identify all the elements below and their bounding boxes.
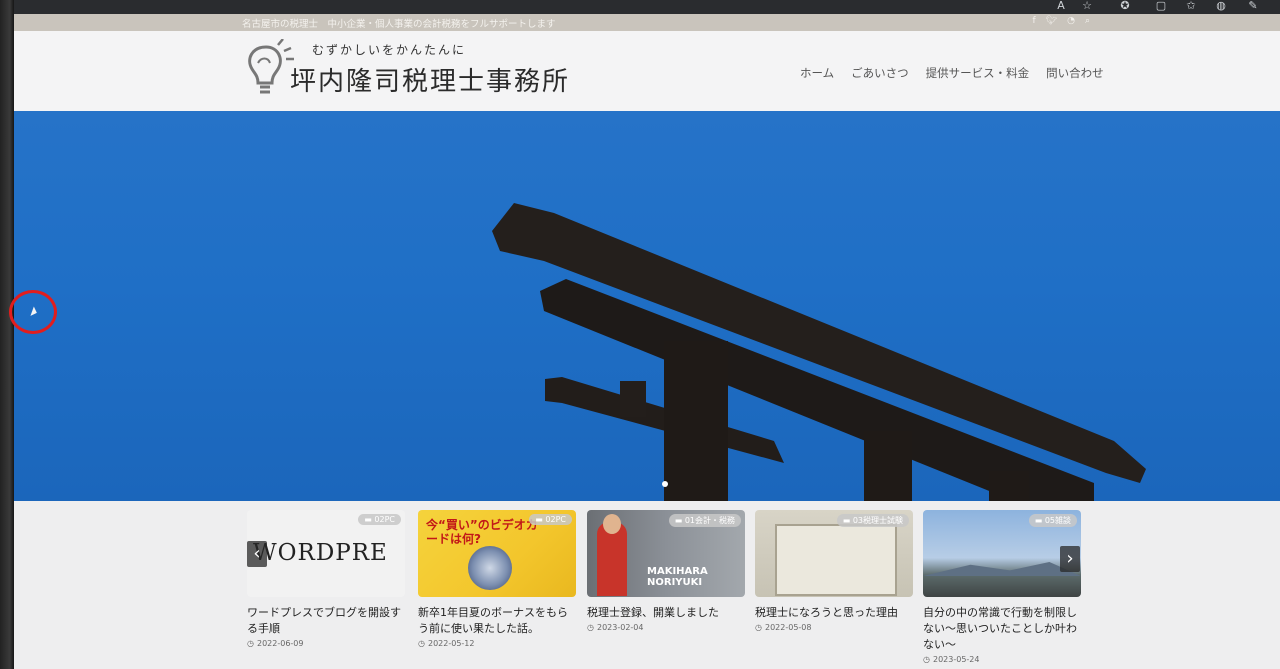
nav-home[interactable]: ホーム bbox=[800, 65, 834, 81]
post-date: ◷ 2023-02-04 bbox=[587, 623, 644, 632]
folder-icon: ▬ bbox=[535, 515, 546, 524]
post-card[interactable]: 今“買い”のビデオカードは何? ▬ 02PC 新卒1年目夏のボーナスをもらう前に… bbox=[418, 510, 576, 648]
post-thumbnail[interactable]: ▬ 03税理士試験 bbox=[755, 510, 913, 597]
post-date: ◷ 2022-06-09 bbox=[247, 639, 304, 648]
category-badge: ▬ 02PC bbox=[358, 514, 401, 525]
category-badge: ▬ 05雑談 bbox=[1028, 514, 1077, 527]
favorites-bar-icon[interactable]: ✩ bbox=[1184, 0, 1198, 12]
browser-essentials-icon[interactable]: ◍ bbox=[1214, 0, 1228, 12]
nav-contact[interactable]: 問い合わせ bbox=[1046, 65, 1104, 81]
top-info-bar: 名古屋市の税理士 中小企業・個人事業の会計税務をフルサポートします f 🐦︎ ◔… bbox=[14, 14, 1280, 31]
clock-icon: ◷ bbox=[247, 639, 254, 648]
post-title[interactable]: 税理士登録、開業しました bbox=[587, 605, 747, 621]
post-title[interactable]: 新卒1年目夏のボーナスをもらう前に使い果たした話。 bbox=[418, 605, 578, 637]
post-card[interactable]: WORDPRE ▬ 02PC ワードプレスでブログを開設する手順 ◷ 2022-0… bbox=[247, 510, 405, 648]
post-title[interactable]: 税理士になろうと思った理由 bbox=[755, 605, 915, 621]
search-icon[interactable]: ⌕ bbox=[1085, 16, 1090, 26]
folder-icon: ▬ bbox=[842, 516, 853, 525]
monitor-bezel-left bbox=[0, 0, 14, 669]
split-screen-icon[interactable]: ▢ bbox=[1154, 0, 1168, 12]
hero-slider[interactable] bbox=[14, 111, 1280, 501]
twitter-icon[interactable]: 🐦︎ bbox=[1046, 16, 1057, 26]
post-thumbnail[interactable]: 今“買い”のビデオカードは何? ▬ 02PC bbox=[418, 510, 576, 597]
read-aloud-icon[interactable]: A bbox=[1054, 0, 1068, 12]
folder-icon: ▬ bbox=[674, 516, 685, 525]
carousel-prev-button[interactable]: ‹ bbox=[247, 541, 267, 567]
favorite-star-icon[interactable]: ☆ bbox=[1080, 0, 1094, 12]
post-date: ◷ 2023-05-24 bbox=[923, 655, 980, 664]
thumbnail-text: 今“買い”のビデオカードは何? bbox=[426, 518, 538, 546]
browser-toolbar: A ☆ ✪ ▢ ✩ ◍ ✎ bbox=[14, 0, 1280, 14]
recent-posts-carousel: WORDPRE ▬ 02PC ワードプレスでブログを開設する手順 ◷ 2022-0… bbox=[14, 501, 1280, 669]
torii-gate-image bbox=[492, 203, 1146, 501]
post-card[interactable]: ▬ 03税理士試験 税理士になろうと思った理由 ◷ 2022-05-08 bbox=[755, 510, 913, 632]
site-header: むずかしいをかんたんに 坪内隆司税理士事務所 ホーム ごあいさつ 提供サービス・… bbox=[14, 31, 1280, 111]
browser-viewport: 名古屋市の税理士 中小企業・個人事業の会計税務をフルサポートします f 🐦︎ ◔… bbox=[14, 14, 1280, 669]
post-title[interactable]: ワードプレスでブログを開設する手順 bbox=[247, 605, 407, 637]
extensions-icon[interactable]: ✪ bbox=[1118, 0, 1132, 12]
graphics-card-fan-icon bbox=[468, 546, 512, 590]
site-title[interactable]: 坪内隆司税理士事務所 bbox=[290, 61, 570, 98]
feedback-icon[interactable]: ✎ bbox=[1246, 0, 1260, 12]
clock-icon: ◷ bbox=[587, 623, 594, 632]
post-date: ◷ 2022-05-08 bbox=[755, 623, 812, 632]
category-badge: ▬ 02PC bbox=[529, 514, 572, 525]
post-thumbnail[interactable]: MAKIHARA NORIYUKI ▬ 01会計・税務 bbox=[587, 510, 745, 597]
post-title[interactable]: 自分の中の常識で行動を制限しない〜思いついたことしか叶わない〜 bbox=[923, 605, 1083, 653]
post-thumbnail[interactable]: ▬ 05雑談 bbox=[923, 510, 1081, 597]
mountain-landscape bbox=[923, 562, 1081, 576]
social-links: f 🐦︎ ◔ ⌕ bbox=[1032, 16, 1090, 26]
post-thumbnail[interactable]: WORDPRE ▬ 02PC bbox=[247, 510, 405, 597]
clock-icon: ◷ bbox=[418, 639, 425, 648]
category-badge: ▬ 03税理士試験 bbox=[836, 514, 909, 527]
clock-icon: ◷ bbox=[923, 655, 930, 664]
clock-icon: ◷ bbox=[755, 623, 762, 632]
post-card[interactable]: ▬ 05雑談 自分の中の常識で行動を制限しない〜思いついたことしか叶わない〜 ◷… bbox=[923, 510, 1081, 664]
folder-icon: ▬ bbox=[364, 515, 375, 524]
site-tagline: 名古屋市の税理士 中小企業・個人事業の会計税務をフルサポートします bbox=[242, 19, 556, 30]
thumbnail-text: MAKIHARA NORIYUKI bbox=[647, 566, 708, 588]
facebook-icon[interactable]: f bbox=[1032, 16, 1035, 26]
certificate-image bbox=[775, 524, 897, 596]
rss-icon[interactable]: ◔ bbox=[1067, 16, 1075, 26]
main-nav: ホーム ごあいさつ 提供サービス・料金 問い合わせ bbox=[800, 65, 1104, 81]
nav-services[interactable]: 提供サービス・料金 bbox=[926, 65, 1030, 81]
folder-icon: ▬ bbox=[1034, 516, 1045, 525]
carousel-next-button[interactable]: › bbox=[1060, 546, 1080, 572]
person-face bbox=[603, 514, 621, 534]
thumbnail-text: WORDPRE bbox=[253, 540, 388, 566]
category-badge: ▬ 01会計・税務 bbox=[668, 514, 741, 527]
post-card[interactable]: MAKIHARA NORIYUKI ▬ 01会計・税務 税理士登録、開業しました… bbox=[587, 510, 745, 632]
catchphrase: むずかしいをかんたんに bbox=[312, 43, 467, 57]
slider-dot-active[interactable] bbox=[662, 481, 668, 487]
post-date: ◷ 2022-05-12 bbox=[418, 639, 475, 648]
nav-greeting[interactable]: ごあいさつ bbox=[851, 65, 909, 81]
